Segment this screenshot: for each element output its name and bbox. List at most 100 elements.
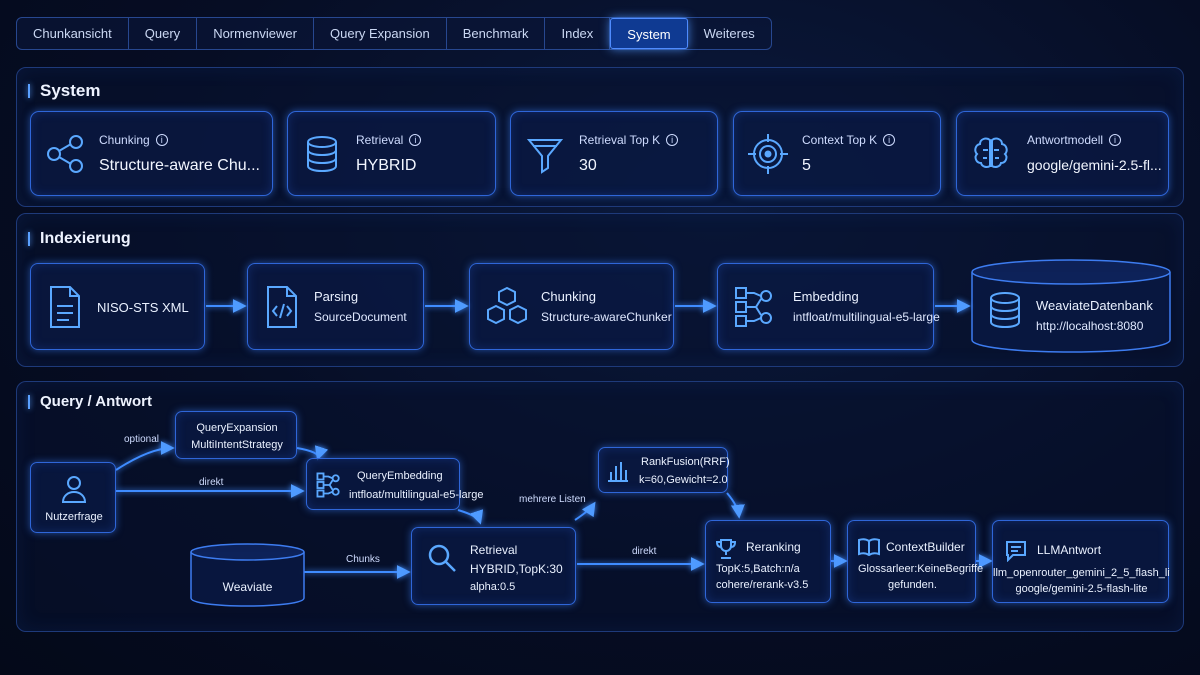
- index-embedding-sub: intfloat/multilingual-e5-large: [793, 310, 940, 324]
- query-weaviate-label: Weaviate: [222, 580, 273, 594]
- query-llm-model: google/gemini-2.5-flash-lite: [1015, 583, 1148, 595]
- system-title-text: System: [40, 81, 101, 100]
- index-db-title: WeaviateDatenbank: [1036, 298, 1153, 313]
- title-accent: [28, 394, 30, 409]
- indexing-title: Indexierung: [28, 230, 131, 248]
- code-file-icon: [267, 286, 297, 328]
- card-retrieval-topk-value: 30: [579, 157, 597, 174]
- card-context-topk: Context Top Ki 5: [733, 111, 941, 196]
- network-icon: [316, 472, 340, 498]
- card-context-topk-label: Context Top Ki: [802, 133, 896, 147]
- tab-chunkansicht[interactable]: Chunkansicht: [17, 18, 129, 49]
- edge-label-mehrere-listen: mehrere Listen: [519, 494, 586, 505]
- query-title-text: Query / Antwort: [40, 393, 152, 410]
- query-user-label: Nutzerfrage: [45, 511, 103, 523]
- title-accent: [28, 232, 30, 246]
- index-parsing-sub: SourceDocument: [314, 310, 407, 324]
- index-step-chunking: Chunking Structure-awareChunker: [469, 263, 674, 350]
- query-llm-node: LLMAntwort llm_openrouter_gemini_2_5_fla…: [992, 520, 1170, 603]
- query-context-title: ContextBuilder: [886, 540, 965, 554]
- card-antwortmodell-value: google/gemini-2.5-fl...: [1027, 157, 1162, 173]
- funnel-icon: [526, 139, 564, 174]
- cubes-icon: [487, 286, 527, 325]
- chat-icon: [1006, 541, 1026, 562]
- brain-icon: [974, 137, 1008, 168]
- tab-normenviewer[interactable]: Normenviewer: [197, 18, 314, 49]
- tab-weiteres[interactable]: Weiteres: [688, 18, 771, 49]
- indexing-title-text: Indexierung: [40, 230, 131, 247]
- info-icon[interactable]: i: [155, 134, 168, 146]
- share-nodes-icon: [47, 135, 83, 173]
- index-step-source: NISO-STS XML: [30, 263, 205, 350]
- edge-label-chunks: Chunks: [346, 554, 380, 565]
- query-embedding-sub: intfloat/multilingual-e5-large: [349, 489, 484, 501]
- document-icon: [50, 286, 80, 328]
- card-retrieval-label: Retrieval i: [356, 133, 422, 147]
- card-retrieval-value: HYBRID: [356, 157, 417, 174]
- query-expansion-sub: MultiIntentStrategy: [191, 439, 283, 451]
- card-chunking: Chunking i Structure-aware Chu...: [30, 111, 273, 196]
- info-icon[interactable]: i: [409, 134, 422, 146]
- system-title: System: [28, 81, 100, 101]
- query-reranking-node: Reranking TopK:5,Batch:n/a cohere/rerank…: [705, 520, 831, 603]
- query-rankfusion-sub: k=60,Gewicht=2.0: [639, 474, 728, 486]
- query-embedding-title: QueryEmbedding: [357, 470, 443, 482]
- tab-query[interactable]: Query: [129, 18, 198, 49]
- query-llm-sub: llm_openrouter_gemini_2_5_flash_lite:: [993, 567, 1170, 579]
- search-icon: [428, 544, 456, 572]
- tab-system[interactable]: System: [610, 18, 688, 49]
- edge-label-direkt-2: direkt: [632, 546, 657, 557]
- query-reranking-title: Reranking: [746, 540, 801, 554]
- index-embedding-title: Embedding: [793, 289, 859, 304]
- tab-benchmark[interactable]: Benchmark: [447, 18, 546, 49]
- query-retrieval-node: Retrieval HYBRID,TopK:30 alpha:0.5: [411, 527, 576, 605]
- index-db-sub: http://localhost:8080: [1036, 319, 1144, 333]
- info-icon[interactable]: i: [1109, 134, 1122, 146]
- query-user-node: Nutzerfrage: [30, 462, 116, 533]
- query-context-sub2: gefunden.: [888, 579, 937, 591]
- index-step-embedding: Embedding intfloat/multilingual-e5-large: [717, 263, 940, 350]
- query-rankfusion-node: RankFusion(RRF) k=60,Gewicht=2.0: [598, 447, 730, 493]
- bar-chart-icon: [608, 462, 628, 482]
- query-expansion-title: QueryExpansion: [196, 422, 278, 434]
- query-llm-title: LLMAntwort: [1037, 543, 1102, 557]
- tab-query-expansion[interactable]: Query Expansion: [314, 18, 447, 49]
- query-title: Query / Antwort: [28, 393, 152, 410]
- query-retrieval-alpha: alpha:0.5: [470, 581, 516, 593]
- network-icon: [735, 287, 772, 327]
- query-retrieval-title: Retrieval: [470, 543, 518, 557]
- info-icon[interactable]: i: [666, 134, 679, 146]
- tab-bar: Chunkansicht Query Normenviewer Query Ex…: [16, 17, 772, 50]
- index-parsing-title: Parsing: [314, 289, 359, 304]
- card-context-topk-value: 5: [802, 157, 811, 174]
- query-weaviate-node: [190, 543, 305, 607]
- query-rankfusion-title: RankFusion(RRF): [641, 456, 730, 468]
- tab-index[interactable]: Index: [545, 18, 611, 49]
- target-icon: [748, 134, 788, 174]
- edge-label-optional: optional: [124, 434, 160, 445]
- card-retrieval: Retrieval i HYBRID: [287, 111, 496, 196]
- card-retrieval-topk-label: Retrieval Top Ki: [579, 133, 679, 147]
- info-icon[interactable]: i: [883, 134, 896, 146]
- query-expansion-node: QueryExpansion MultiIntentStrategy: [175, 411, 297, 459]
- query-reranking-model: cohere/rerank-v3.5: [716, 579, 809, 591]
- card-antwortmodell-label: Antwortmodell i: [1027, 133, 1122, 147]
- query-context-sub: Glossarleer:KeineBegriffe: [858, 563, 984, 575]
- user-icon: [61, 476, 87, 503]
- query-retrieval-sub: HYBRID,TopK:30: [470, 562, 563, 576]
- edge-label-direkt: direkt: [199, 477, 224, 488]
- database-icon: [307, 136, 337, 173]
- card-retrieval-topk: Retrieval Top Ki 30: [510, 111, 718, 196]
- card-chunking-value: Structure-aware Chu...: [99, 157, 260, 174]
- query-context-node: ContextBuilder Glossarleer:KeineBegriffe…: [847, 520, 983, 603]
- card-antwortmodell: Antwortmodell i google/gemini-2.5-fl...: [956, 111, 1169, 196]
- trophy-icon: [716, 539, 736, 559]
- card-chunking-label: Chunking i: [99, 133, 168, 147]
- query-reranking-sub: TopK:5,Batch:n/a: [716, 563, 800, 575]
- index-chunking-sub: Structure-awareChunker: [541, 310, 672, 324]
- query-embedding-node: QueryEmbedding intfloat/multilingual-e5-…: [306, 458, 484, 510]
- index-step-parsing: Parsing SourceDocument: [247, 263, 424, 350]
- index-source-label: NISO-STS XML: [97, 300, 189, 315]
- index-chunking-title: Chunking: [541, 289, 596, 304]
- title-accent: [28, 84, 30, 98]
